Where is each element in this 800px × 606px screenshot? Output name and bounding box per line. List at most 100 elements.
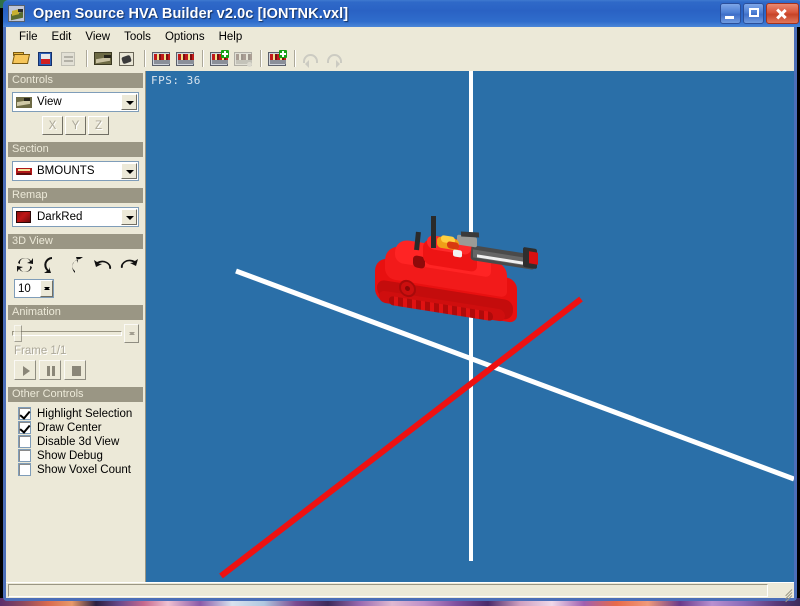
section-group-title: Section [8, 142, 143, 157]
pause-button[interactable] [39, 360, 61, 380]
undo-button[interactable] [300, 48, 322, 69]
status-bar [6, 582, 794, 603]
redo-icon [327, 54, 342, 68]
menu-item-tools[interactable]: Tools [117, 29, 158, 45]
window-title: Open Source HVA Builder v2.0c [IONTNK.vx… [33, 5, 349, 22]
color-swatch-icon [15, 210, 33, 224]
stop-button[interactable] [64, 360, 86, 380]
save-file-button[interactable] [34, 48, 56, 69]
remap-group-body: DarkRed [8, 203, 143, 232]
chevron-down-icon[interactable] [121, 163, 137, 179]
3d-viewport[interactable]: FPS: 36 [146, 71, 794, 582]
section-new-button[interactable] [266, 48, 288, 69]
remap-combo[interactable]: DarkRed [12, 207, 139, 227]
menu-item-edit[interactable]: Edit [45, 29, 79, 45]
save-as-icon [61, 52, 75, 66]
controls-group-title: Controls [8, 73, 143, 88]
section-add-button[interactable] [208, 48, 230, 69]
app-icon [8, 5, 25, 22]
slider-thumb[interactable] [14, 324, 22, 342]
checkbox-disable-3d-view[interactable]: Disable 3d View [18, 435, 139, 448]
checkbox-box[interactable] [18, 421, 31, 434]
spinner-arrows-icon[interactable] [40, 280, 53, 297]
remap-combo-value: DarkRed [37, 211, 83, 223]
resize-grip[interactable] [780, 585, 793, 603]
mode-combo[interactable]: View [12, 92, 139, 112]
rotate-left-icon[interactable] [40, 255, 62, 275]
remap-group-title: Remap [8, 188, 143, 203]
save-as-button[interactable] [58, 48, 80, 69]
frame-slider[interactable] [12, 324, 122, 343]
checkbox-box[interactable] [18, 407, 31, 420]
rotate-up-icon[interactable] [66, 255, 88, 275]
axis-button-z[interactable]: Z [88, 116, 109, 135]
checkbox-box[interactable] [18, 463, 31, 476]
menu-item-file[interactable]: File [12, 29, 45, 45]
section-button[interactable] [150, 48, 172, 69]
voxel-view-icon [15, 95, 33, 109]
menu-item-options[interactable]: Options [158, 29, 212, 45]
checkbox-label: Highlight Selection [37, 407, 133, 420]
toolbar [6, 46, 794, 71]
axis-button-row: X Y Z [12, 116, 139, 135]
floppy-disk-icon [38, 52, 52, 66]
rotation-step-spinner[interactable]: 10 [14, 279, 54, 298]
checkbox-draw-center[interactable]: Draw Center [18, 421, 139, 434]
application-window: Open Source HVA Builder v2.0c [IONTNK.vx… [3, 0, 800, 603]
rotate-ccw-icon[interactable] [92, 255, 114, 275]
axis-button-x[interactable]: X [42, 116, 63, 135]
mode-combo-value: View [37, 96, 62, 108]
maximize-button[interactable] [743, 3, 764, 24]
checkbox-box[interactable] [18, 435, 31, 448]
section-swatch-icon [15, 164, 33, 178]
animation-group-title: Animation [8, 305, 143, 320]
playback-button-row [12, 360, 139, 380]
voxel-tank-model[interactable] [361, 216, 561, 346]
open-file-button[interactable] [10, 48, 32, 69]
chevron-down-icon[interactable] [121, 94, 137, 110]
other-controls-group-title: Other Controls [8, 387, 143, 402]
chevron-down-icon[interactable] [121, 209, 137, 225]
title-bar: Open Source HVA Builder v2.0c [IONTNK.vx… [3, 0, 800, 27]
checkbox-box[interactable] [18, 449, 31, 462]
section-remove-button[interactable] [232, 48, 254, 69]
frame-spinner[interactable] [124, 324, 139, 343]
play-button[interactable] [14, 360, 36, 380]
toolbar-separator [202, 50, 204, 67]
frame-label: Frame 1/1 [14, 345, 67, 357]
checkbox-show-voxel-count[interactable]: Show Voxel Count [18, 463, 139, 476]
redo-button[interactable] [324, 48, 346, 69]
axis-button-y[interactable]: Y [65, 116, 86, 135]
section-copy-button[interactable] [174, 48, 196, 69]
rotation-step-value: 10 [18, 282, 31, 295]
checkbox-label: Show Voxel Count [37, 463, 131, 476]
checkbox-highlight-selection[interactable]: Highlight Selection [18, 407, 139, 420]
checkbox-label: Show Debug [37, 449, 103, 462]
screen: Open Source HVA Builder v2.0c [IONTNK.vx… [0, 0, 800, 606]
view3d-group-body: 10 [8, 249, 143, 303]
menu-item-help[interactable]: Help [212, 29, 250, 45]
close-button[interactable] [766, 3, 799, 24]
hva-animation-icon [119, 52, 134, 66]
toolbar-separator [260, 50, 262, 67]
menu-item-view[interactable]: View [78, 29, 117, 45]
rotate-button-row [12, 253, 139, 279]
checkbox-show-debug[interactable]: Show Debug [18, 449, 139, 462]
slider-track [12, 330, 122, 336]
load-vxl-button[interactable] [92, 48, 114, 69]
section-combo[interactable]: BMOUNTS [12, 161, 139, 181]
pause-icon [47, 366, 50, 376]
play-icon [23, 366, 35, 376]
section-icon [152, 52, 170, 66]
section-copy-icon [176, 52, 194, 66]
voxel-model-icon [94, 52, 112, 65]
view3d-group-title: 3D View [8, 234, 143, 249]
load-hva-button[interactable] [116, 48, 138, 69]
left-control-panel: Controls View X Y Z Section BMOUNTS Rema… [6, 71, 146, 582]
rotate-cw-icon[interactable] [118, 255, 140, 275]
toolbar-separator [294, 50, 296, 67]
minimize-button[interactable] [720, 3, 741, 24]
rotate-reset-icon[interactable] [14, 255, 36, 275]
animation-group-body: Frame 1/1 [8, 320, 143, 385]
toolbar-separator [86, 50, 88, 67]
